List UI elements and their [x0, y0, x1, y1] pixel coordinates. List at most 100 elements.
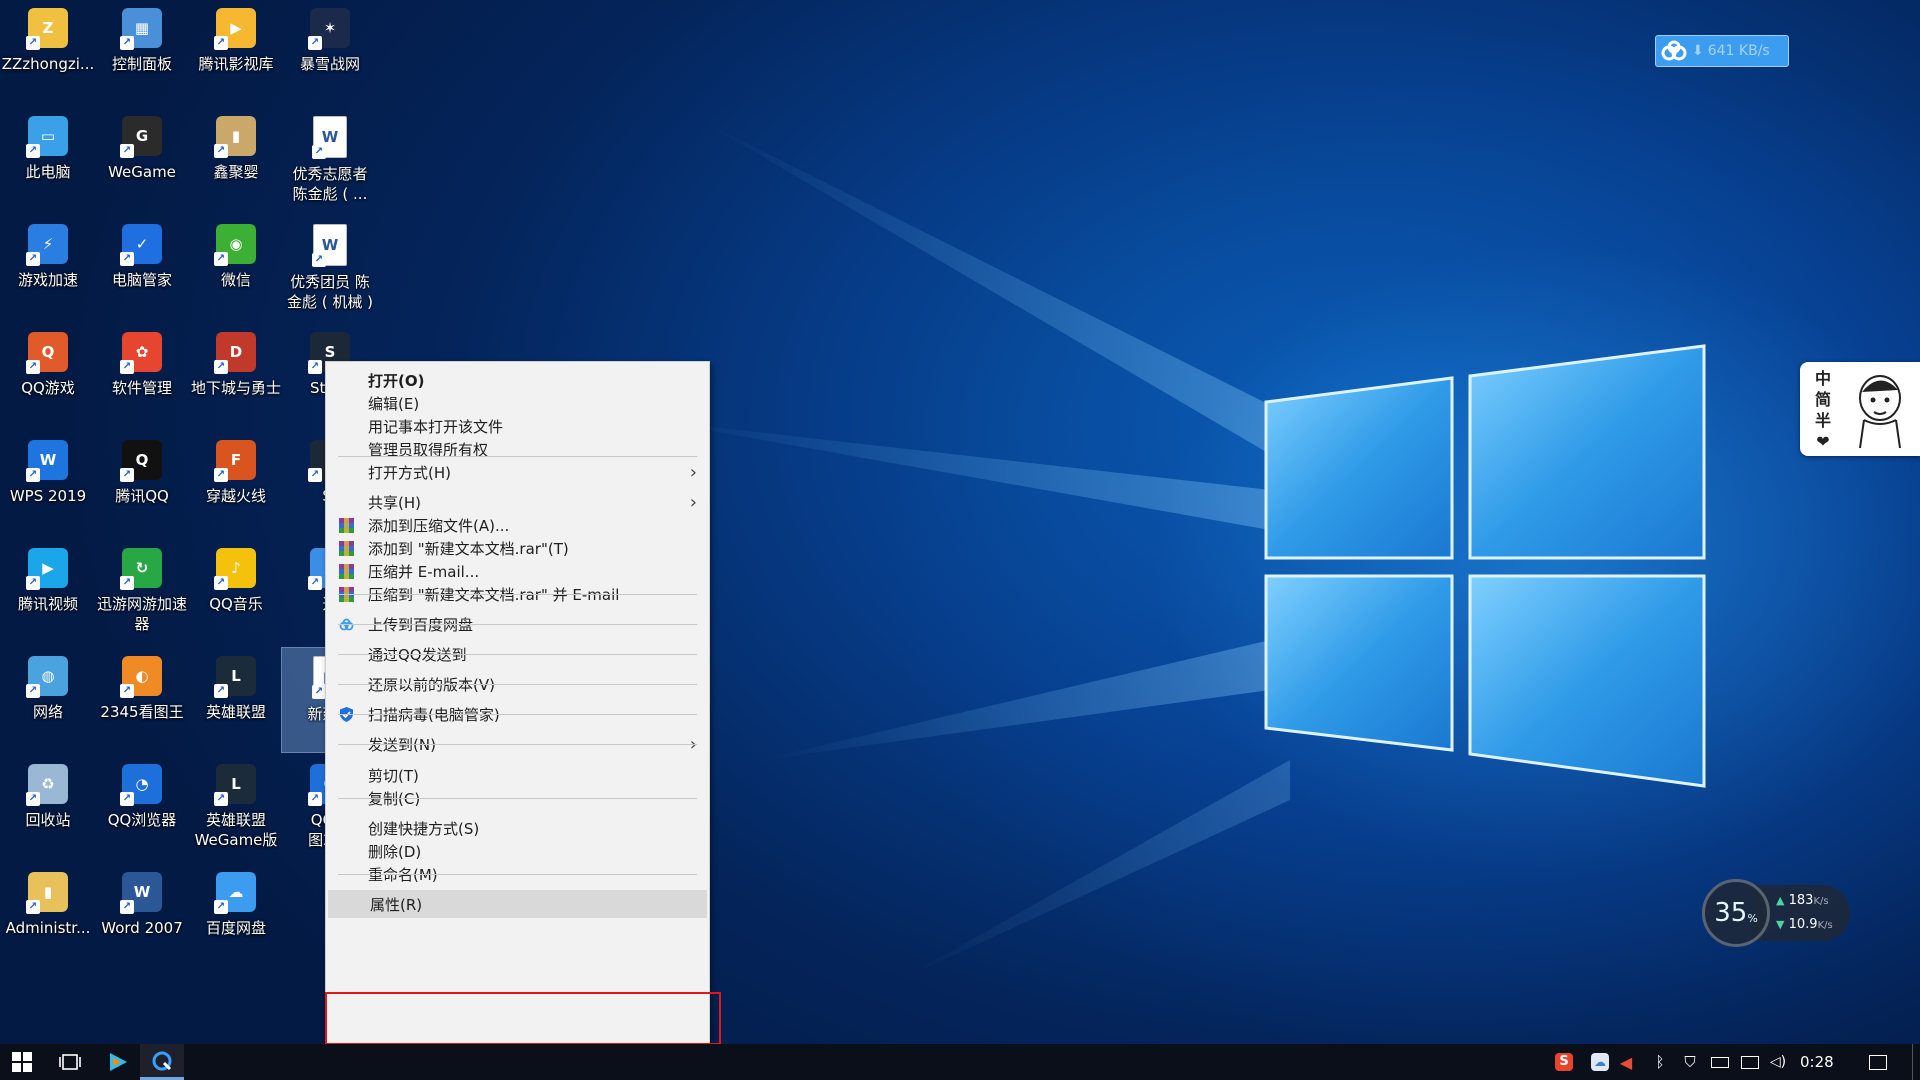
bluetooth-icon: ᛒ [1655, 1053, 1665, 1071]
desktop-icon[interactable]: ◔ ↗ QQ浏览器 [94, 756, 190, 860]
app-icon: ⚡ ↗ [26, 224, 68, 266]
desktop-icon[interactable]: ↻ ↗ 迅游网游加速 器 [94, 540, 190, 644]
desktop-icon[interactable]: W ↗ 优秀团员 陈 金彪 ( 机械 ) [282, 216, 378, 320]
app-icon-glyph: ☁ [228, 883, 244, 901]
desktop-icon[interactable]: ⚡ ↗ 游戏加速 [0, 216, 96, 320]
ime-indicator[interactable]: ❤ [1816, 431, 1829, 452]
context-menu[interactable]: 打开(O) 编辑(E) 用记事本打开该文件 管理员取得所有权 打开方式(H) › 共享(H)… [325, 361, 710, 1044]
app-icon-glyph: ✶ [323, 19, 337, 37]
desktop-icon[interactable]: F ↗ 穿越火线 [188, 432, 284, 536]
desktop-icon[interactable]: W ↗ 优秀志愿者 陈金彪 ( ... [282, 108, 378, 212]
context-menu-item-label: 打开(O) [368, 371, 425, 390]
app-icon: W ↗ [312, 224, 347, 267]
download-rate-value: 10.9 [1788, 917, 1818, 932]
shortcut-arrow-icon: ↗ [214, 792, 228, 806]
desktop-icon[interactable]: ♪ ↗ QQ音乐 [188, 540, 284, 644]
qq-browser-icon [152, 1051, 172, 1070]
tray-pc-manager[interactable]: ⛉ [1680, 1052, 1700, 1072]
desktop-icon-label: Administr... [5, 919, 91, 937]
shortcut-arrow-icon: ↗ [120, 900, 134, 914]
ime-indicator[interactable]: 中 [1815, 368, 1831, 389]
show-desktop-button[interactable] [1912, 1044, 1920, 1080]
app-icon: F ↗ [214, 440, 256, 482]
desktop-icon[interactable]: ◉ ↗ 微信 [188, 216, 284, 320]
shortcut-arrow-icon: ↗ [214, 360, 228, 374]
context-menu-item[interactable]: 属性(R) [328, 890, 707, 918]
desktop-icon[interactable]: ☁ ↗ 百度网盘 [188, 864, 284, 968]
app-icon-glyph: Z [42, 19, 54, 37]
desktop-icon[interactable]: D ↗ 地下城与勇士 [188, 324, 284, 428]
ime-floating-toolbar[interactable]: 中简半 ❤ [1800, 362, 1920, 456]
ime-indicator[interactable]: 简 [1815, 389, 1831, 410]
taskbar-clock[interactable]: 0:28 [1800, 1053, 1834, 1071]
desktop-icon[interactable]: ▮ ↗ Administr... [0, 864, 96, 968]
app-icon: ◐ ↗ [120, 656, 162, 698]
baidu-cloud-icon [1661, 40, 1687, 61]
desktop-icon[interactable]: ▭ ↗ 此电脑 [0, 108, 96, 212]
desktop-icon-label: 地下城与勇士 [190, 379, 281, 397]
desktop-icon[interactable]: ▦ ↗ 控制面板 [94, 0, 190, 104]
menu-separator [338, 714, 697, 715]
app-icon-glyph: ◉ [229, 235, 243, 253]
shortcut-arrow-icon: ↗ [308, 36, 322, 50]
speaker-alert-icon: ◀ [1619, 1052, 1633, 1072]
menu-separator [338, 594, 697, 595]
context-menu-item[interactable]: 打开方式(H) › [326, 458, 709, 486]
shortcut-arrow-icon: ↗ [120, 252, 134, 266]
desktop-icon[interactable]: ◐ ↗ 2345看图王 [94, 648, 190, 752]
desktop-icon-label: 网络 [32, 703, 63, 721]
network-speed-widget[interactable]: 35% ▲ 183K/s ▼ 10.9K/s [1700, 877, 1850, 949]
upload-arrow-icon: ▲ [1776, 894, 1785, 907]
desktop-icon[interactable]: W ↗ WPS 2019 [0, 432, 96, 536]
tray-sogou-ime[interactable]: S [1554, 1052, 1574, 1072]
tray-volume[interactable]: ◁) [1768, 1052, 1788, 1072]
download-arrow-icon: ▼ [1776, 918, 1785, 931]
ime-mode-indicators: 中简半 ❤ [1812, 368, 1834, 452]
notification-icon [1869, 1054, 1887, 1070]
app-icon: ▭ ↗ [26, 116, 68, 158]
app-icon: W ↗ [120, 872, 162, 914]
shortcut-arrow-icon: ↗ [214, 576, 228, 590]
tray-speaker-muted[interactable]: ◀ [1616, 1052, 1636, 1072]
tray-battery[interactable] [1710, 1052, 1730, 1072]
start-button[interactable] [0, 1044, 44, 1080]
desktop-icon[interactable]: ▮ ↗ 鑫聚婴 [188, 108, 284, 212]
desktop-icon[interactable]: ♻ ↗ 回收站 [0, 756, 96, 860]
desktop[interactable]: Z ↗ ZZzhongzi... ▦ ↗ 控制面板 ▶ ↗ 腾讯影视库 ✶ ↗ 暴雪战网 ▭ ↗ 此电脑 G ↗… [0, 0, 1920, 1044]
baidu-netdisk-speed-widget[interactable]: ⬇ 641 KB/s [1655, 35, 1789, 67]
taskbar-tencent-video[interactable] [96, 1044, 140, 1080]
desktop-icon[interactable]: Z ↗ ZZzhongzi... [0, 0, 96, 104]
volume-icon: ◁) [1769, 1054, 1787, 1070]
desktop-icon-label: 暴雪战网 [299, 55, 360, 73]
desktop-icon[interactable]: ◍ ↗ 网络 [0, 648, 96, 752]
task-view-button[interactable] [48, 1044, 92, 1080]
tray-bluetooth[interactable]: ᛒ [1650, 1052, 1670, 1072]
desktop-icon[interactable]: Q ↗ QQ游戏 [0, 324, 96, 428]
tray-baidu-netdisk[interactable]: ☁ [1590, 1052, 1610, 1072]
desktop-icon-label: 优秀志愿者 陈金彪 ( ... [292, 165, 368, 203]
baidu-cloud-tray-icon: ☁ [1591, 1053, 1609, 1071]
shortcut-arrow-icon: ↗ [26, 792, 40, 806]
menu-separator [338, 874, 697, 875]
desktop-icon[interactable]: ✶ ↗ 暴雪战网 [282, 0, 378, 104]
context-menu-item-label: 剪切(T) [368, 766, 419, 785]
desktop-icon[interactable]: G ↗ WeGame [94, 108, 190, 212]
app-icon-glyph: ◔ [135, 775, 149, 793]
battery-icon [1711, 1056, 1729, 1068]
ime-indicator[interactable]: 半 [1815, 410, 1831, 431]
taskbar-qq-browser[interactable] [140, 1044, 184, 1080]
winrar-icon [338, 540, 355, 557]
desktop-icon[interactable]: ✓ ↗ 电脑管家 [94, 216, 190, 320]
desktop-icon[interactable]: L ↗ 英雄联盟 [188, 648, 284, 752]
desktop-icon[interactable]: L ↗ 英雄联盟 WeGame版 [188, 756, 284, 860]
action-center-button[interactable] [1868, 1052, 1888, 1072]
tray-network[interactable] [1740, 1052, 1760, 1072]
desktop-icon[interactable]: ✿ ↗ 软件管理 [94, 324, 190, 428]
desktop-icon[interactable]: Q ↗ 腾讯QQ [94, 432, 190, 536]
desktop-icon[interactable]: W ↗ Word 2007 [94, 864, 190, 968]
desktop-icon[interactable]: ▶ ↗ 腾讯视频 [0, 540, 96, 644]
desktop-icon[interactable]: ▶ ↗ 腾讯影视库 [188, 0, 284, 104]
app-icon-glyph: ♻ [41, 775, 55, 793]
desktop-icon-label: 微信 [220, 271, 251, 289]
shortcut-arrow-icon: ↗ [312, 685, 326, 699]
